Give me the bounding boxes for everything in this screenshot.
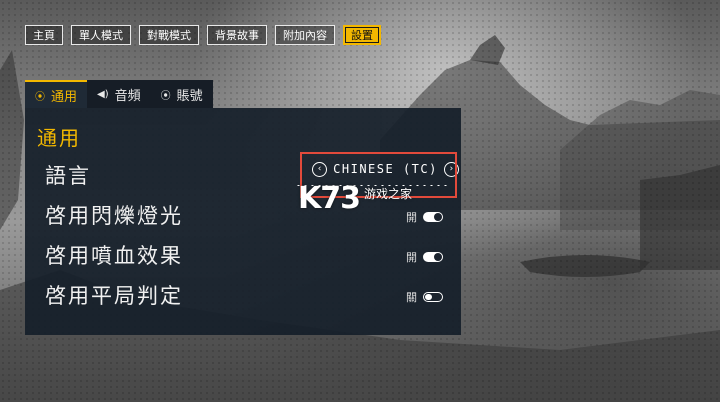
nav-single-player-button[interactable]: 單人模式: [71, 25, 131, 45]
tab-account[interactable]: ⦿ 賬號: [150, 80, 213, 108]
watermark-logo: K73: [298, 181, 361, 216]
tab-audio[interactable]: ◀) 音頻: [87, 80, 151, 108]
top-navigation: 主頁 單人模式 對戰模式 背景故事 附加內容 設置: [25, 25, 381, 45]
setting-row-draw[interactable]: 啓用平局判定: [45, 280, 445, 310]
flash-label: 啓用閃爍燈光: [45, 204, 183, 228]
draw-label: 啓用平局判定: [45, 284, 183, 308]
nav-extras-button[interactable]: 附加內容: [275, 25, 335, 45]
blood-toggle[interactable]: [423, 252, 443, 262]
account-icon: ⦿: [160, 90, 171, 102]
nav-story-button[interactable]: 背景故事: [207, 25, 267, 45]
tab-audio-label: 音頻: [114, 88, 141, 104]
blood-label: 啓用噴血效果: [45, 244, 183, 268]
nav-home-button[interactable]: 主頁: [25, 25, 63, 45]
watermark-subtitle: 游戏之家: [364, 187, 413, 201]
language-label: 語言: [45, 164, 91, 188]
setting-row-blood[interactable]: 啓用噴血效果: [45, 240, 445, 270]
nav-versus-button[interactable]: 對戰模式: [139, 25, 199, 45]
section-title: 通用: [37, 126, 81, 150]
tab-general[interactable]: ⦿ 通用: [25, 80, 88, 108]
tab-general-label: 通用: [51, 89, 78, 105]
draw-toggle[interactable]: [423, 292, 443, 302]
blood-state-text: 開: [406, 251, 417, 264]
nav-settings-button[interactable]: 設置: [343, 25, 381, 45]
draw-toggle-group[interactable]: 關: [406, 289, 443, 305]
tab-account-label: 賬號: [176, 88, 203, 104]
watermark: K73 游戏之家: [298, 184, 412, 214]
settings-tabs: ⦿ 通用 ◀) 音頻 ⦿ 賬號: [25, 80, 213, 108]
speaker-icon: ◀): [97, 88, 109, 100]
draw-state-text: 關: [406, 291, 417, 304]
gear-icon: ⦿: [35, 91, 45, 103]
settings-panel: 通用 語言 ‹ CHINESE (TC) › 啓用閃爍燈光 開 啓用噴血效果 開…: [25, 108, 461, 335]
blood-toggle-group[interactable]: 開: [406, 249, 443, 265]
flash-toggle[interactable]: [423, 212, 443, 222]
